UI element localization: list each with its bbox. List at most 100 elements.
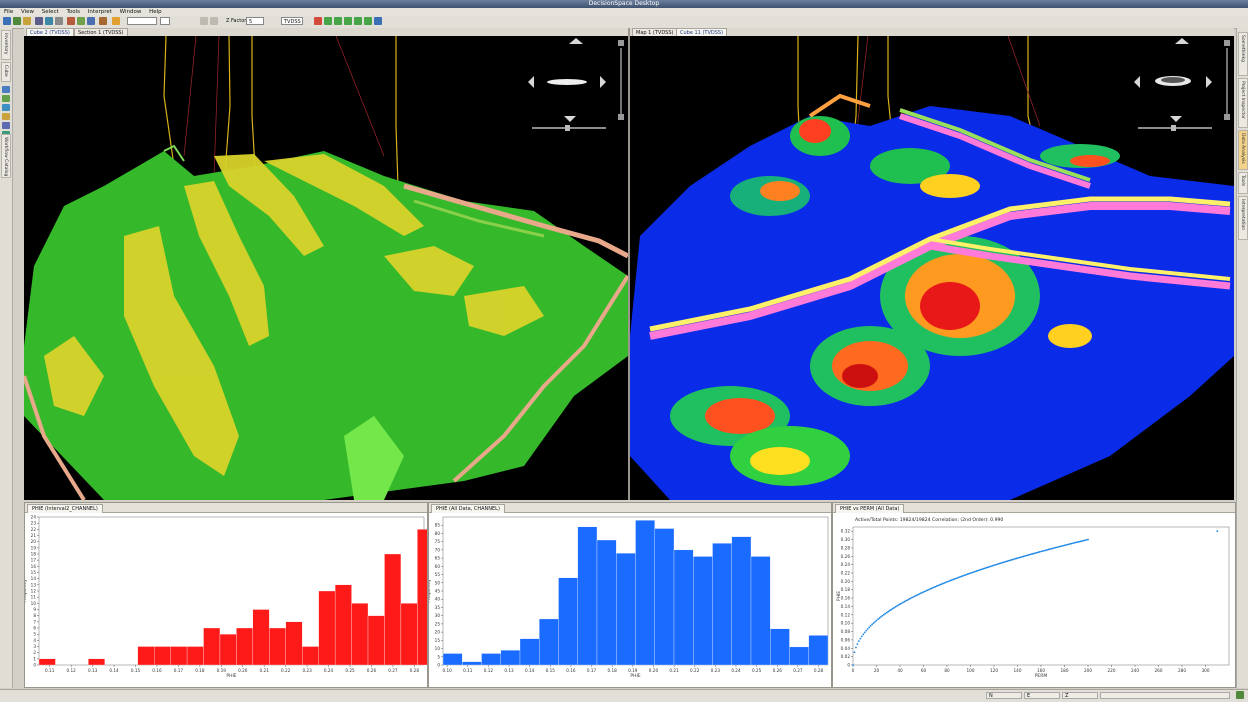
menu-tools[interactable]: Tools (67, 9, 81, 15)
menu-help[interactable]: Help (149, 9, 162, 15)
nav-zoom-slider-right[interactable] (1171, 125, 1176, 131)
y-tick-label: 0.12 (841, 612, 851, 617)
stop-icon[interactable] (314, 17, 322, 25)
menu-view[interactable]: View (21, 9, 34, 15)
nav-corner-icon-right[interactable] (1224, 40, 1230, 46)
x-tick-label: 0.22 (690, 668, 700, 673)
right-3d-viewport[interactable] (630, 35, 1234, 500)
tab-interpretation[interactable]: Interpretation (1238, 196, 1248, 240)
menu-interpret[interactable]: Interpret (88, 9, 112, 15)
select-icon[interactable] (77, 17, 85, 25)
histogram-bar (367, 615, 385, 666)
tool-icon-2[interactable] (2, 95, 10, 102)
redo-icon[interactable] (210, 17, 218, 25)
tab-inventory[interactable]: Inventory (1, 30, 11, 60)
tab-cube-11[interactable]: Cube 11 (TVDSS) (676, 28, 728, 36)
y-tick-label: 0 (847, 663, 850, 668)
navigation-widget-left[interactable] (524, 36, 628, 136)
nav-up-icon-right[interactable] (1175, 38, 1189, 44)
print-icon[interactable] (55, 17, 63, 25)
scatter-point (860, 635, 863, 638)
x-tick-label: 200 (1084, 668, 1092, 673)
tab-section-1[interactable]: Section 1 (TVDSS) (74, 28, 128, 36)
menu-file[interactable]: File (4, 9, 13, 15)
tab-data-analysis[interactable]: Data Analysis (1238, 130, 1248, 170)
nav-right-icon[interactable] (600, 76, 606, 88)
histogram-bar (712, 543, 732, 666)
nav-right-icon-right[interactable] (1206, 76, 1212, 88)
histogram-bar (558, 577, 578, 666)
tab-tools[interactable]: Tools (1238, 172, 1248, 194)
next-icon[interactable] (364, 17, 372, 25)
y-tick-label: 23 (31, 521, 37, 526)
histogram-bar (334, 584, 352, 666)
selector-dropdown[interactable] (127, 17, 157, 25)
nav-left-icon-right[interactable] (1134, 76, 1140, 88)
x-tick-label: 280 (1178, 668, 1186, 673)
menu-window[interactable]: Window (120, 9, 142, 15)
view-icon[interactable] (45, 17, 53, 25)
tab-project-inspector[interactable]: Project Inspector (1238, 78, 1248, 128)
nav-down-icon-right[interactable] (1170, 116, 1182, 122)
nav-zoom-slider[interactable] (565, 125, 570, 131)
x-tick-label: 180 (1061, 668, 1069, 673)
histogram-bar (731, 536, 752, 666)
tool-icon-3[interactable] (2, 104, 10, 111)
tab-somethinkg[interactable]: Somethinkg (1238, 32, 1248, 76)
y-tick-label: 20 (31, 539, 37, 544)
play-back-icon[interactable] (344, 17, 352, 25)
tab-map-1[interactable]: Map 1 (TVDSS) (632, 28, 678, 36)
x-tick-label: 0.22 (281, 668, 291, 673)
x-tick-label: 0.21 (260, 668, 270, 673)
status-bar: N E Z (0, 689, 1248, 702)
y-tick-label: 45 (435, 589, 441, 594)
zfactor-input[interactable]: 5 (246, 17, 264, 25)
x-tick-label: 0.14 (109, 668, 119, 673)
x-tick-label: 0 (852, 668, 855, 673)
loop-icon[interactable] (374, 17, 382, 25)
tool-icon-1[interactable] (2, 86, 10, 93)
x-tick-label: 0.26 (773, 668, 783, 673)
open-icon[interactable] (13, 17, 21, 25)
y-tick-label: 30 (435, 613, 441, 618)
tab-workflow-catalog[interactable]: Workflow Catalog (1, 134, 11, 178)
crossplot-tab[interactable]: PHIE vs PERM (All Data) (835, 504, 905, 513)
zoom-icon[interactable] (87, 17, 95, 25)
tool-icon-5[interactable] (2, 122, 10, 129)
layout-icon[interactable] (35, 17, 43, 25)
selector-dropdown-2[interactable] (160, 17, 170, 25)
pick-icon[interactable] (67, 17, 75, 25)
y-tick-label: 15 (435, 638, 441, 643)
rotate-icon[interactable] (99, 17, 107, 25)
navigation-widget-right[interactable] (1130, 36, 1234, 136)
y-tick-label: 80 (435, 531, 441, 536)
status-cell-e: E (1024, 692, 1060, 699)
histogram-tab-2[interactable]: PHIE (All Data, CHANNEL) (431, 504, 505, 513)
new-session-icon[interactable] (3, 17, 11, 25)
nav-down-icon[interactable] (564, 116, 576, 122)
histogram-bar (770, 628, 790, 666)
tab-cube-2[interactable]: Cube 2 (TVDSS) (26, 28, 74, 36)
prev-icon[interactable] (334, 17, 342, 25)
scatter-point (878, 617, 881, 619)
histogram-tab-1[interactable]: PHIE (Interval2_CHANNEL) (27, 504, 103, 513)
tool-icon-4[interactable] (2, 113, 10, 120)
play-icon[interactable] (354, 17, 362, 25)
nav-corner-icon[interactable] (618, 40, 624, 46)
save-icon[interactable] (23, 17, 31, 25)
first-icon[interactable] (324, 17, 332, 25)
domain-select[interactable]: TVDSS (281, 17, 303, 25)
scatter-point (863, 631, 866, 634)
y-tick-label: 1 (33, 656, 36, 661)
y-tick-label: 40 (435, 597, 441, 602)
left-3d-viewport[interactable] (22, 35, 630, 502)
x-tick-label: 0.28 (410, 668, 420, 673)
nav-up-icon[interactable] (569, 38, 583, 44)
undo-icon[interactable] (200, 17, 208, 25)
y-tick-label: 8 (33, 613, 36, 618)
y-axis-label: Frequency (25, 579, 28, 603)
y-tick-label: 70 (435, 547, 441, 552)
pencil-icon[interactable] (112, 17, 120, 25)
menu-select[interactable]: Select (42, 9, 59, 15)
nav-left-icon[interactable] (528, 76, 534, 88)
